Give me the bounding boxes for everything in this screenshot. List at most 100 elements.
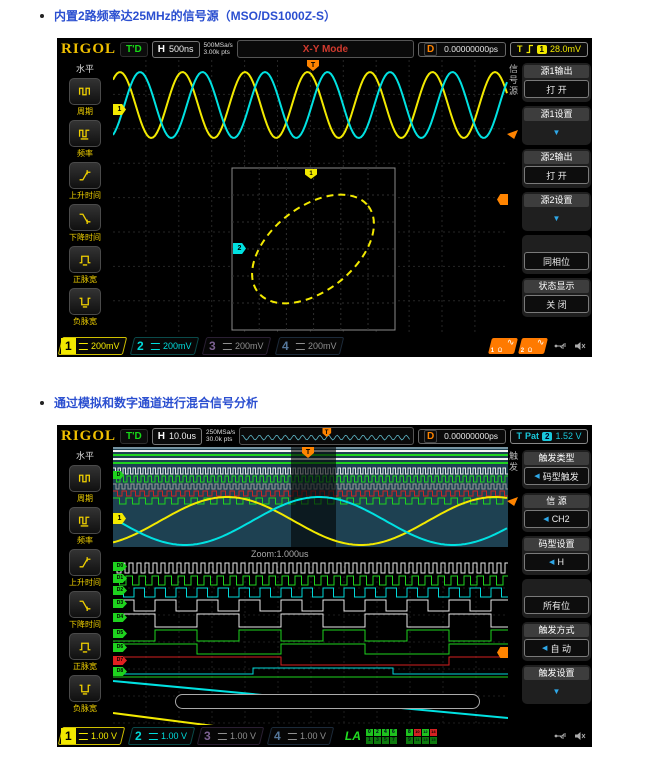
la-label: LA: [345, 729, 361, 743]
tab-indicator-icon: [507, 497, 518, 506]
left-select-icon: ◀: [542, 644, 547, 652]
trigger-readout-box: T Pat 2 1.52 V: [510, 429, 588, 444]
scope2-status-bar: 1 1.00 V 2 1.00 V 3 1.00 V 4 1.00 V LA 0…: [57, 725, 592, 747]
soft-menu-value[interactable]: 打 开: [524, 80, 589, 98]
pattern-readout-bar: [175, 694, 480, 709]
display-mode-box: X-Y Mode: [237, 40, 414, 58]
measure-menu-button[interactable]: 周期: [57, 465, 113, 504]
dc-coupling-icon: [288, 733, 297, 740]
soft-menu-value[interactable]: ◀ 码型触发: [524, 467, 589, 485]
channel-chip[interactable]: 2 200mV: [130, 337, 200, 355]
waveform-icon: [69, 591, 101, 618]
left-select-icon: ◀: [534, 472, 539, 480]
soft-menu-item[interactable]: 源2设置 ▼: [522, 192, 591, 231]
soft-menu-value[interactable]: ▼: [524, 123, 589, 141]
bullet-item-2: 通过模拟和数字通道进行混合信号分析: [40, 394, 258, 411]
scope1-display: 1T12: [113, 60, 508, 335]
soft-menu-item[interactable]: 源1设置 ▼: [522, 106, 591, 145]
soft-menu-item[interactable]: 所有位: [522, 579, 591, 618]
measure-menu-button[interactable]: 频率: [57, 120, 113, 159]
bullet-dot: [40, 14, 44, 18]
tab-indicator-icon: [507, 130, 518, 139]
soft-menu-item[interactable]: 码型设置 ◀ H: [522, 536, 591, 575]
soft-menu-item[interactable]: 同相位: [522, 235, 591, 274]
soft-menu-value[interactable]: 关 闭: [524, 295, 589, 313]
menu-tab-trigger: 触发: [507, 451, 520, 473]
trigger-slope-icon: [526, 44, 534, 54]
soft-menu-value[interactable]: 同相位: [524, 252, 589, 270]
soft-menu-value[interactable]: ◀ H: [524, 553, 589, 571]
xy-mode-label: X-Y Mode: [303, 44, 348, 55]
soft-menu-value[interactable]: ▼: [524, 209, 589, 227]
channel-chip[interactable]: 1 200mV: [58, 337, 128, 355]
dc-coupling-icon: [223, 343, 232, 350]
left-select-icon: ◀: [549, 558, 554, 566]
logic-analyzer-status[interactable]: LA 0246135781012149111315: [345, 728, 442, 745]
rigol-logo: RIGOL: [61, 428, 116, 445]
usb-icon: [554, 341, 568, 351]
channel-chip[interactable]: 4 1.00 V: [267, 727, 334, 745]
trigger-source-badge: 2: [542, 432, 552, 441]
waveform-icon: [69, 78, 101, 105]
scope2-soft-menu: 触发类型 ◀ 码型触发 信 源 ◀ CH2 码型设置 ◀ H 所有位 触发方式 …: [522, 450, 591, 708]
horizontal-timebase-box: H 500ns: [152, 41, 200, 58]
waveform-icon: [69, 465, 101, 492]
channel-chip[interactable]: 3 200mV: [202, 337, 272, 355]
measure-menu-button[interactable]: 正脉宽: [57, 633, 113, 672]
measure-menu-button[interactable]: 频率: [57, 507, 113, 546]
trigger-source-badge: 1: [537, 45, 547, 54]
pattern-trigger-label: Pat: [525, 431, 539, 441]
measure-menu-button[interactable]: 下降时间: [57, 591, 113, 630]
delay-icon: D: [424, 430, 437, 443]
waveform-overview-bar[interactable]: T: [239, 427, 414, 445]
soft-menu-item[interactable]: 触发方式 ◀ 自 动: [522, 622, 591, 661]
channel-chip[interactable]: 2 1.00 V: [127, 727, 194, 745]
dc-coupling-icon: [79, 343, 88, 350]
delay-readout-box: D 0.00000000ps: [418, 429, 506, 444]
soft-menu-item[interactable]: 触发类型 ◀ 码型触发: [522, 450, 591, 489]
soft-menu-value[interactable]: ◀ CH2: [524, 510, 589, 528]
measure-menu-button[interactable]: 周期: [57, 78, 113, 117]
measure-menu-button[interactable]: 正脉宽: [57, 246, 113, 285]
channel-chip[interactable]: 1 1.00 V: [58, 727, 125, 745]
scope2-top-markers: D1T: [113, 447, 508, 547]
waveform-icon: [69, 246, 101, 273]
measure-menu-button[interactable]: 下降时间: [57, 204, 113, 243]
zoom-scale-row: Zoom:1.000us: [113, 547, 508, 561]
channel-chip[interactable]: 4 200mV: [274, 337, 344, 355]
soft-menu-item[interactable]: 状态显示 关 闭: [522, 278, 591, 317]
dc-coupling-icon: [151, 343, 160, 350]
horizontal-timebase-box: H 10.0us: [152, 428, 202, 445]
dc-coupling-icon: [218, 733, 227, 740]
soft-menu-item[interactable]: 触发设置 ▼: [522, 665, 591, 704]
feature-heading-1: 内置2路频率达25MHz的信号源（MSO/DS1000Z-S）: [54, 7, 336, 24]
bullet-item-1: 内置2路频率达25MHz的信号源（MSO/DS1000Z-S）: [40, 7, 336, 24]
bullet-dot: [40, 401, 44, 405]
left-select-icon: ◀: [543, 515, 548, 523]
channel-chip[interactable]: 3 1.00 V: [197, 727, 264, 745]
soft-menu-item[interactable]: 源1输出 打 开: [522, 63, 591, 102]
oscilloscope-screenshot-1: RIGOL T'D H 500ns 500MSa/s 3.00k pts X-Y…: [57, 38, 592, 357]
measure-menu-button[interactable]: 负脉宽: [57, 675, 113, 714]
trigger-readout-box: T 1 28.0mV: [510, 42, 588, 57]
document-page: 内置2路频率达25MHz的信号源（MSO/DS1000Z-S） RIGOL T'…: [0, 0, 656, 757]
feature-heading-2: 通过模拟和数字通道进行混合信号分析: [54, 394, 258, 411]
waveform-icon: [69, 120, 101, 147]
soft-menu-value[interactable]: 打 开: [524, 166, 589, 184]
zoom-scale-label: Zoom:1.000us: [251, 549, 309, 559]
speaker-muted-icon: [574, 341, 586, 351]
soft-menu-value[interactable]: ▼: [524, 682, 589, 700]
soft-menu-value[interactable]: 所有位: [524, 596, 589, 614]
measure-menu-button[interactable]: 上升时间: [57, 549, 113, 588]
waveform-icon: [69, 549, 101, 576]
soft-menu-value[interactable]: ◀ 自 动: [524, 639, 589, 657]
soft-menu-item[interactable]: 信 源 ◀ CH2: [522, 493, 591, 532]
source-output-badge: 2 Ω ∿: [518, 338, 548, 354]
scope1-status-bar: 1 200mV 2 200mV 3 200mV 4 200mV 1 Ω ∿ 2 …: [57, 335, 592, 357]
system-icons: [554, 731, 586, 741]
measure-menu-button[interactable]: 上升时间: [57, 162, 113, 201]
sine-wave-icon: ∿: [537, 337, 545, 348]
menu-tab-source: 信号源: [507, 64, 520, 97]
measure-menu-button[interactable]: 负脉宽: [57, 288, 113, 327]
soft-menu-item[interactable]: 源2输出 打 开: [522, 149, 591, 188]
